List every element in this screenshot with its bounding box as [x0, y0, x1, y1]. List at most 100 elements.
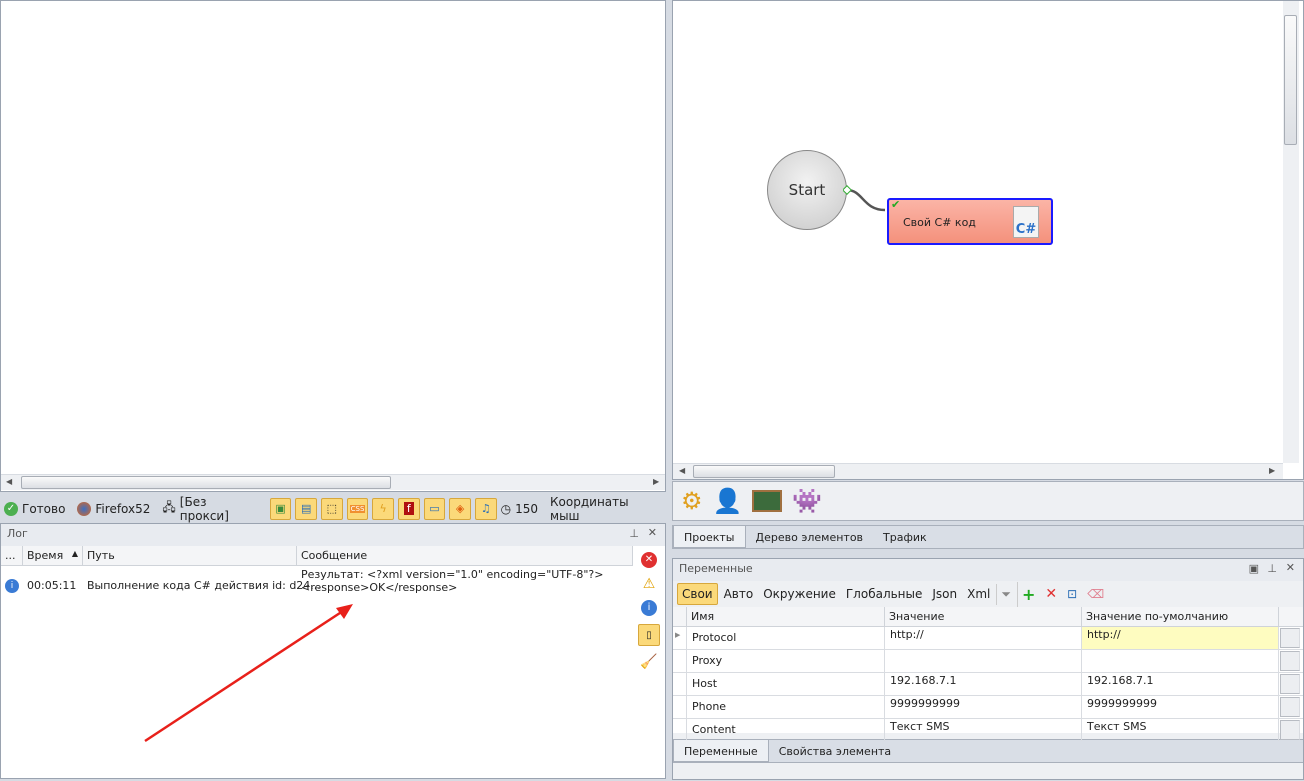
copy-icon[interactable]	[1280, 628, 1300, 648]
frame-icon: ⬚	[326, 502, 338, 515]
user-icon[interactable]: 👤	[713, 487, 743, 515]
popups-toggle[interactable]: ◈	[449, 497, 471, 520]
col-menu[interactable]: ...	[1, 546, 23, 565]
col-time-label: Время	[27, 549, 64, 562]
flash-toggle[interactable]: f	[398, 497, 420, 520]
close-icon[interactable]: ✕	[1286, 561, 1295, 574]
project-canvas[interactable]: Start ✔ Свой C# код C# ◀ ▶	[672, 0, 1304, 480]
window-icon: ▤	[301, 502, 312, 515]
copy-icon[interactable]	[1280, 651, 1300, 671]
csharp-code-node[interactable]: ✔ Свой C# код C#	[887, 198, 1053, 245]
sort-asc-icon: ▲	[71, 549, 78, 558]
scroll-left-icon[interactable]: ◀	[6, 477, 12, 486]
col-name[interactable]: Имя	[687, 607, 885, 626]
col-time[interactable]: Время ▲	[23, 546, 83, 565]
warning-filter-icon[interactable]: ⚠	[643, 576, 656, 592]
clear-broom-icon[interactable]: 🧹	[640, 654, 657, 670]
frames-toggle[interactable]: ▤	[295, 497, 318, 520]
variable-row[interactable]: Proxy	[673, 650, 1303, 673]
variable-name[interactable]: Host	[687, 673, 885, 695]
images-toggle[interactable]: ▣	[269, 497, 292, 520]
start-node[interactable]: Start	[767, 150, 847, 230]
rename-icon[interactable]: ⊡	[1063, 584, 1081, 604]
chalkboard-icon[interactable]	[752, 490, 783, 512]
variable-default[interactable]: 192.168.7.1	[1082, 673, 1279, 695]
filter-own[interactable]: Свои	[677, 583, 718, 605]
scroll-thumb[interactable]	[21, 476, 391, 489]
copy-icon[interactable]	[1280, 697, 1300, 717]
status-bar: ✓ Готово Firefox52 🖧 [Без прокси] ▣ ▤ ⬚ CS…	[0, 495, 668, 523]
tab-element-properties[interactable]: Свойства элемента	[769, 740, 901, 762]
variable-name[interactable]: Phone	[687, 696, 885, 718]
variables-header: Переменные ▣ ⊥ ✕	[673, 559, 1303, 581]
copy-icon[interactable]	[1280, 674, 1300, 694]
autoscroll-toggle-icon[interactable]: ▯	[638, 624, 660, 646]
browser-selector[interactable]: Firefox52	[77, 501, 150, 516]
variable-default[interactable]: http://	[1082, 627, 1279, 649]
variable-value[interactable]	[885, 650, 1082, 672]
variable-value[interactable]: 192.168.7.1	[885, 673, 1082, 695]
filter-auto[interactable]: Авто	[720, 584, 758, 604]
log-grid-header: ... Время ▲ Путь Сообщение	[1, 546, 633, 566]
browser-view[interactable]: ◀ ▶	[0, 0, 666, 492]
variable-name[interactable]: Protocol	[687, 627, 885, 649]
variable-row[interactable]: ▶ Protocol http:// http://	[673, 627, 1303, 650]
log-panel: Лог ⊥ ✕ ... Время ▲ Путь Сообщение i 00:0…	[0, 523, 666, 779]
add-icon[interactable]: +	[1017, 581, 1039, 607]
variable-value[interactable]: Текст SMS	[885, 719, 1082, 741]
filter-json[interactable]: Json	[928, 584, 961, 604]
funnel-icon[interactable]: ⏷	[996, 583, 1015, 605]
iframe-toggle[interactable]: ⬚	[321, 497, 343, 520]
error-filter-icon[interactable]: ✕	[641, 552, 657, 568]
maximize-icon[interactable]: ▣	[1249, 562, 1259, 575]
variable-default[interactable]: 9999999999	[1082, 696, 1279, 718]
scroll-left-icon[interactable]: ◀	[679, 466, 685, 475]
tab-element-tree[interactable]: Дерево элементов	[746, 526, 874, 548]
variable-name[interactable]: Content	[687, 719, 885, 741]
copy-icon[interactable]	[1280, 720, 1300, 740]
variable-name[interactable]: Proxy	[687, 650, 885, 672]
scroll-thumb[interactable]	[693, 465, 835, 478]
variables-tabs: Переменные Свойства элемента	[673, 739, 1303, 763]
col-message[interactable]: Сообщение	[297, 546, 633, 565]
vertical-scrollbar[interactable]	[1283, 1, 1299, 463]
tab-variables[interactable]: Переменные	[673, 740, 769, 762]
log-header: Лог ⊥ ✕	[1, 524, 665, 546]
scroll-right-icon[interactable]: ▶	[653, 477, 659, 486]
filter-environment[interactable]: Окружение	[759, 584, 840, 604]
variable-value[interactable]: 9999999999	[885, 696, 1082, 718]
scroll-thumb[interactable]	[1284, 15, 1297, 145]
col-value[interactable]: Значение	[885, 607, 1082, 626]
variable-row[interactable]: Phone 9999999999 9999999999	[673, 696, 1303, 719]
variable-value[interactable]: http://	[885, 627, 1082, 649]
css-toggle[interactable]: CSS	[346, 497, 369, 520]
variable-row[interactable]: Host 192.168.7.1 192.168.7.1	[673, 673, 1303, 696]
monster-icon[interactable]: 👾	[792, 487, 822, 515]
js-toggle[interactable]: ϟ	[372, 497, 395, 520]
delete-icon[interactable]: ✕	[1041, 583, 1061, 605]
close-icon[interactable]: ✕	[648, 526, 657, 539]
row-indicator	[673, 650, 687, 672]
variable-row[interactable]: Content Текст SMS Текст SMS	[673, 719, 1303, 742]
tab-traffic[interactable]: Трафик	[873, 526, 937, 548]
horizontal-scrollbar[interactable]: ◀ ▶	[1, 474, 665, 490]
col-default[interactable]: Значение по-умолчанию	[1082, 607, 1279, 626]
tab-projects[interactable]: Проекты	[673, 526, 746, 548]
horizontal-scrollbar[interactable]: ◀ ▶	[673, 463, 1283, 479]
eraser-icon[interactable]: ⌫	[1083, 584, 1108, 604]
proxy-selector[interactable]: 🖧 [Без прокси]	[162, 495, 257, 523]
gears-icon[interactable]: ⚙	[681, 487, 703, 515]
node-label: Свой C# код	[903, 216, 976, 229]
plugins-toggle[interactable]: ▭	[423, 497, 446, 520]
scroll-right-icon[interactable]: ▶	[1269, 466, 1275, 475]
variable-default[interactable]	[1082, 650, 1279, 672]
pin-icon[interactable]: ⊥	[1267, 562, 1277, 575]
filter-xml[interactable]: Xml	[963, 584, 994, 604]
info-filter-icon[interactable]: i	[641, 600, 657, 616]
col-path[interactable]: Путь	[83, 546, 297, 565]
pin-icon[interactable]: ⊥	[629, 527, 639, 540]
variable-default[interactable]: Текст SMS	[1082, 719, 1279, 741]
row-indicator	[673, 719, 687, 741]
sound-toggle[interactable]: ♫	[474, 497, 497, 520]
filter-global[interactable]: Глобальные	[842, 584, 927, 604]
